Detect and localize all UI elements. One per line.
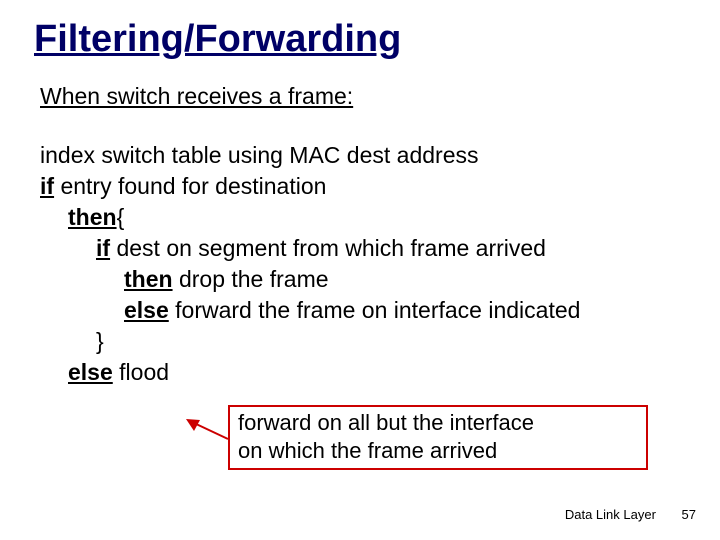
algorithm-block: index switch table using MAC dest addres… <box>40 140 686 388</box>
keyword-else-inner: else <box>124 297 169 323</box>
algo-line-6-text: forward the frame on interface indicated <box>169 297 581 323</box>
algo-line-5: then drop the frame <box>124 264 686 295</box>
arrow-icon <box>186 419 230 443</box>
keyword-else: else <box>68 359 113 385</box>
algo-line-4-text: dest on segment from which frame arrived <box>110 235 546 261</box>
algo-line-4: if dest on segment from which frame arri… <box>96 233 686 264</box>
keyword-if: if <box>40 173 54 199</box>
algo-line-7: } <box>96 326 686 357</box>
slide-title: Filtering/Forwarding <box>34 18 686 61</box>
brace-close: } <box>96 328 104 354</box>
algo-line-8: else flood <box>68 357 686 388</box>
algo-line-5-text: drop the frame <box>173 266 329 292</box>
slide: Filtering/Forwarding When switch receive… <box>0 0 720 540</box>
slide-footer: Data Link Layer 57 <box>565 507 696 522</box>
slide-subheading: When switch receives a frame: <box>40 83 686 110</box>
keyword-if-inner: if <box>96 235 110 261</box>
callout-box: forward on all but the interface on whic… <box>228 405 648 470</box>
algo-line-2-text: entry found for destination <box>54 173 326 199</box>
algo-line-3: then{ <box>68 202 686 233</box>
footer-page-number: 57 <box>682 507 696 522</box>
brace-open: { <box>117 204 125 230</box>
footer-section: Data Link Layer <box>565 507 656 522</box>
algo-line-2: if entry found for destination <box>40 171 686 202</box>
algo-line-8-text: flood <box>113 359 169 385</box>
callout-line-2: on which the frame arrived <box>238 437 638 465</box>
keyword-then: then <box>68 204 117 230</box>
algo-line-6: else forward the frame on interface indi… <box>124 295 686 326</box>
callout-group: forward on all but the interface on whic… <box>228 405 648 470</box>
algo-line-1: index switch table using MAC dest addres… <box>40 140 686 171</box>
keyword-then-inner: then <box>124 266 173 292</box>
callout-line-1: forward on all but the interface <box>238 409 638 437</box>
